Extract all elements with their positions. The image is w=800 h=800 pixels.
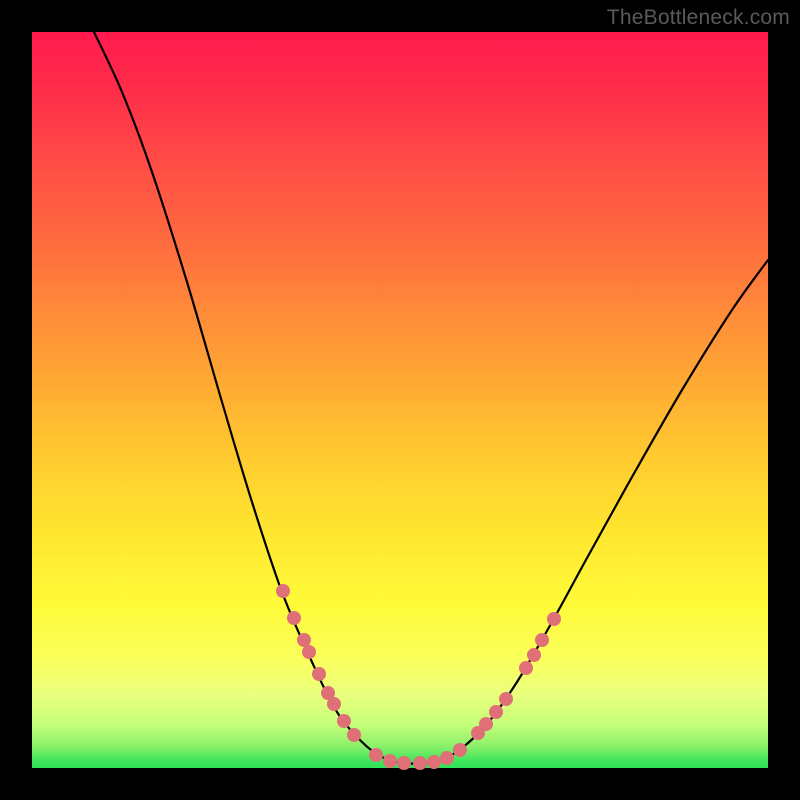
data-marker bbox=[413, 756, 427, 770]
data-marker bbox=[547, 612, 561, 626]
data-marker bbox=[397, 756, 411, 770]
chart-frame: TheBottleneck.com bbox=[0, 0, 800, 800]
plot-area bbox=[32, 32, 768, 768]
data-marker bbox=[347, 728, 361, 742]
data-marker bbox=[440, 751, 454, 765]
marker-group bbox=[276, 584, 561, 770]
data-marker bbox=[519, 661, 533, 675]
data-marker bbox=[369, 748, 383, 762]
watermark-text: TheBottleneck.com bbox=[607, 6, 790, 30]
data-marker bbox=[287, 611, 301, 625]
data-marker bbox=[327, 697, 341, 711]
data-marker bbox=[302, 645, 316, 659]
data-marker bbox=[312, 667, 326, 681]
data-marker bbox=[489, 705, 503, 719]
data-marker bbox=[453, 743, 467, 757]
data-marker bbox=[499, 692, 513, 706]
data-marker bbox=[297, 633, 311, 647]
chart-svg bbox=[32, 32, 768, 768]
data-marker bbox=[337, 714, 351, 728]
data-marker bbox=[383, 754, 397, 768]
data-marker bbox=[535, 633, 549, 647]
data-marker bbox=[276, 584, 290, 598]
data-marker bbox=[479, 717, 493, 731]
data-marker bbox=[527, 648, 541, 662]
data-marker bbox=[427, 755, 441, 769]
bottleneck-curve bbox=[94, 32, 768, 764]
